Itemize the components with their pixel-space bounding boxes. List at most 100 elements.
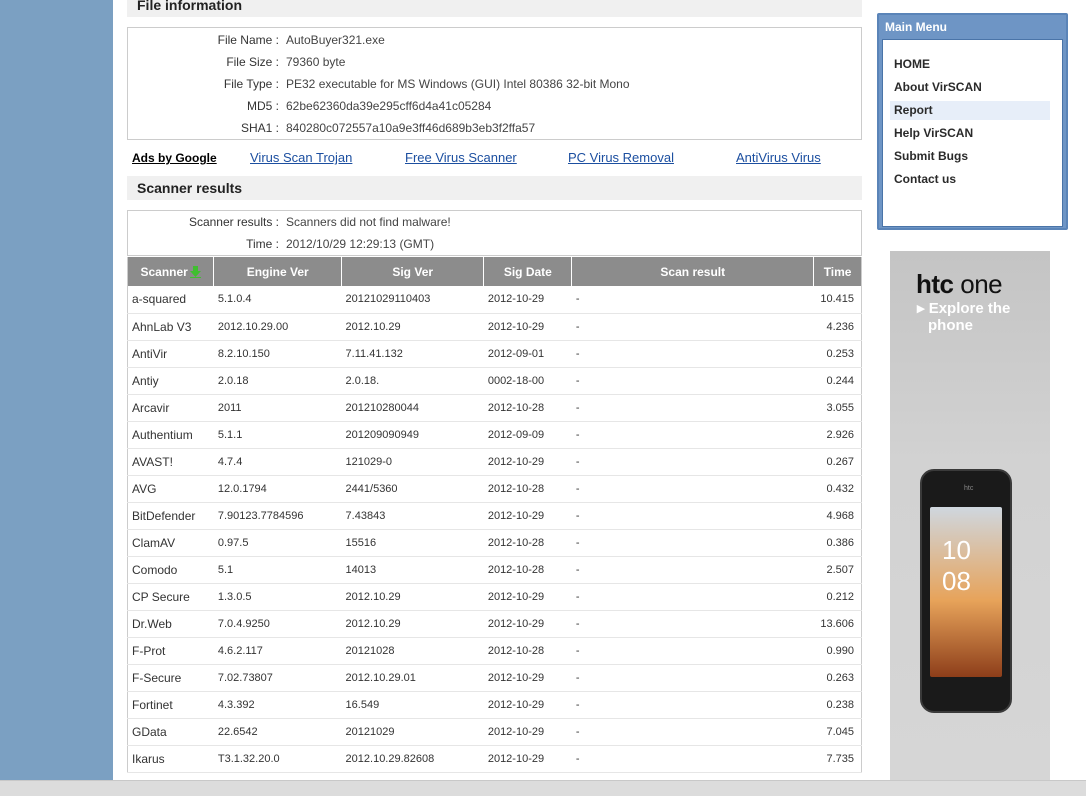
cell-engine-ver: 7.90123.7784596: [213, 502, 342, 530]
cell-engine-ver: 2.0.18: [213, 367, 342, 395]
cell-engine-ver: 2011: [213, 394, 342, 422]
file-type-value: PE32 executable for MS Windows (GUI) Int…: [286, 77, 630, 91]
table-row: AhnLab V3 2012.10.29.00 2012.10.29 2012-10-…: [127, 313, 862, 341]
column-header-scan-result[interactable]: Scan result: [571, 257, 815, 286]
cell-time: 0.386: [813, 529, 862, 557]
column-header-engine-ver[interactable]: Engine Ver: [213, 257, 343, 286]
htc-logo: htc one: [916, 269, 1003, 299]
scan-result-row: Scanner results : Scanners did not find …: [128, 211, 861, 233]
table-row: ClamAV 0.97.5 15516 2012-10-28-0.386: [127, 529, 862, 557]
htc-ad-banner[interactable]: htc one ▸ Explore the phone htc 10 08: [890, 251, 1050, 780]
cell-scan-result: -: [571, 367, 814, 395]
cell-time: 0.990: [813, 637, 862, 665]
column-header-sig-ver[interactable]: Sig Ver: [341, 257, 485, 286]
cell-sig-ver: 121029-0: [341, 448, 484, 476]
menu-item-report[interactable]: Report: [890, 101, 1050, 120]
table-row: Ikarus T3.1.32.20.0 2012.10.29.82608 2012-1…: [127, 745, 862, 773]
scan-result-label: Scanner results :: [188, 215, 279, 229]
cell-sig-ver: 20121029: [341, 718, 484, 746]
cell-sig-date: 2012-10-29: [483, 718, 572, 746]
cell-sig-ver: 20121029110403: [341, 286, 484, 314]
ads-by-google-link[interactable]: Ads by Google: [132, 151, 217, 165]
menu-item-contact-us[interactable]: Contact us: [890, 170, 1050, 189]
file-info-title: File information: [127, 0, 862, 17]
results-body: a-squared 5.1.0.4 20121029110403 2012-10-29…: [127, 286, 862, 773]
cell-time: 0.244: [813, 367, 862, 395]
cell-scanner-name: Fortinet: [127, 691, 214, 719]
table-row: AVAST! 4.7.4 121029-0 2012-10-29-0.267: [127, 448, 862, 476]
file-type-label: File Type :: [223, 77, 279, 91]
cell-scan-result: -: [571, 340, 814, 368]
ad-link-pc-virus-removal[interactable]: PC Virus Removal: [568, 150, 674, 165]
scan-summary-box: Scanner results : Scanners did not find …: [127, 210, 862, 256]
file-name-value: AutoBuyer321.exe: [286, 33, 385, 47]
cell-time: 7.045: [813, 718, 862, 746]
sort-down-icon[interactable]: [189, 266, 201, 279]
cell-time: 0.267: [813, 448, 862, 476]
cell-sig-ver: 2012.10.29: [341, 313, 484, 341]
cell-time: 0.253: [813, 340, 862, 368]
cell-sig-date: 2012-10-28: [483, 637, 572, 665]
table-row: Comodo 5.1 14013 2012-10-28-2.507: [127, 556, 862, 584]
cell-engine-ver: 4.6.2.117: [213, 637, 342, 665]
menu-item-help-virscan[interactable]: Help VirSCAN: [890, 124, 1050, 143]
cell-time: 3.055: [813, 394, 862, 422]
cell-scanner-name: CP Secure: [127, 583, 214, 611]
cell-engine-ver: 2012.10.29.00: [213, 313, 342, 341]
cell-time: 7.735: [813, 745, 862, 773]
ad-link-virus-scan-trojan[interactable]: Virus Scan Trojan: [250, 150, 352, 165]
cell-scanner-name: GData: [127, 718, 214, 746]
file-name-label: File Name :: [217, 33, 279, 47]
menu-item-about-virscan[interactable]: About VirSCAN: [890, 78, 1050, 97]
cell-scan-result: -: [571, 313, 814, 341]
cell-sig-date: 2012-10-29: [483, 610, 572, 638]
cell-sig-ver: 201210280044: [341, 394, 484, 422]
cell-sig-ver: 7.11.41.132: [341, 340, 484, 368]
table-row: Antiy 2.0.18 2.0.18. 0002-18-00-0.244: [127, 367, 862, 395]
ads-row: Ads by Google Virus Scan Trojan Free Vir…: [127, 148, 862, 168]
cell-scan-result: -: [571, 421, 814, 449]
cell-scanner-name: F-Prot: [127, 637, 214, 665]
cell-scanner-name: Antiy: [127, 367, 214, 395]
cell-scan-result: -: [571, 448, 814, 476]
cell-sig-ver: 2012.10.29: [341, 583, 484, 611]
ad-link-free-virus-scanner[interactable]: Free Virus Scanner: [405, 150, 517, 165]
menu-item-submit-bugs[interactable]: Submit Bugs: [890, 147, 1050, 166]
cell-sig-date: 2012-10-28: [483, 475, 572, 503]
column-header-scanner[interactable]: Scanner: [127, 257, 215, 286]
column-header-time[interactable]: Time: [813, 257, 862, 286]
phone-image: htc 10 08: [920, 469, 1012, 713]
md5-value: 62be62360da39e295cff6d4a41c05284: [286, 99, 492, 113]
table-row: CP Secure 1.3.0.5 2012.10.29 2012-10-29-0.2…: [127, 583, 862, 611]
cell-scan-result: -: [571, 394, 814, 422]
ad-link-antivirus-virus[interactable]: AntiVirus Virus: [736, 150, 821, 165]
ad-tagline-line1: ▸ Explore the: [917, 300, 1011, 317]
phone-clock: 10 08: [942, 535, 971, 596]
sha1-value: 840280c072557a10a9e3ff46d689b3eb3f2ffa57: [286, 121, 536, 135]
table-header-row: Scanner Engine Ver Sig Ver Sig Date Scan…: [127, 257, 862, 286]
ad-tagline-line2: phone: [928, 317, 973, 334]
table-row: Arcavir 2011 201210280044 2012-10-28-3.055: [127, 394, 862, 422]
table-row: AVG 12.0.1794 2441/5360 2012-10-28-0.432: [127, 475, 862, 503]
cell-sig-date: 2012-10-29: [483, 286, 572, 314]
cell-engine-ver: 4.7.4: [213, 448, 342, 476]
cell-scan-result: -: [571, 745, 814, 773]
cell-scanner-name: F-Secure: [127, 664, 214, 692]
cell-engine-ver: 4.3.392: [213, 691, 342, 719]
cell-time: 2.507: [813, 556, 862, 584]
main-menu-list: HOME About VirSCAN Report Help VirSCAN S…: [882, 39, 1063, 227]
cell-time: 2.926: [813, 421, 862, 449]
cell-sig-date: 2012-10-29: [483, 691, 572, 719]
column-header-sig-date[interactable]: Sig Date: [483, 257, 573, 286]
cell-engine-ver: 0.97.5: [213, 529, 342, 557]
browser-status-bar: [0, 780, 1086, 796]
cell-sig-date: 2012-10-29: [483, 313, 572, 341]
menu-item-home[interactable]: HOME: [890, 55, 1050, 74]
cell-sig-ver: 2.0.18.: [341, 367, 484, 395]
cell-scan-result: -: [571, 286, 814, 314]
cell-engine-ver: 5.1.1: [213, 421, 342, 449]
cell-scanner-name: AntiVir: [127, 340, 214, 368]
table-row: Fortinet 4.3.392 16.549 2012-10-29-0.238: [127, 691, 862, 719]
cell-scan-result: -: [571, 718, 814, 746]
table-row: GData 22.6542 20121029 2012-10-29-7.045: [127, 718, 862, 746]
